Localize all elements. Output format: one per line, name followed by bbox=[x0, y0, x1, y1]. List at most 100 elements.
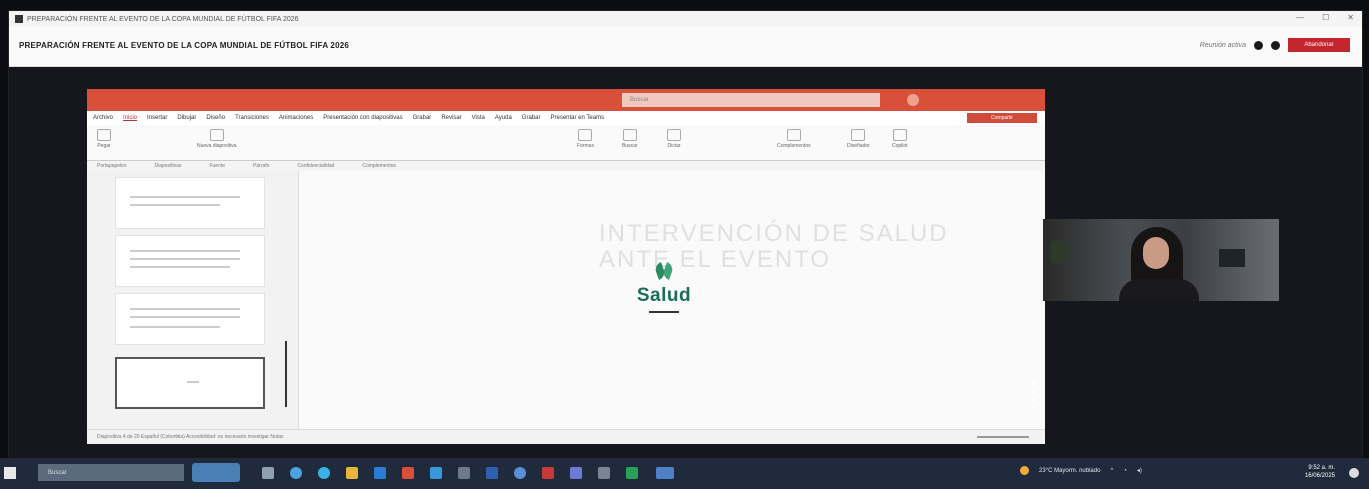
shapes-label: Formas bbox=[577, 143, 594, 149]
widget-icon[interactable] bbox=[192, 463, 240, 482]
powerpoint-search-input[interactable]: Buscar bbox=[622, 93, 880, 107]
paste-label: Pegar bbox=[97, 143, 111, 149]
folder-icon[interactable] bbox=[346, 467, 358, 479]
menu-item-animaciones[interactable]: Animaciones bbox=[279, 115, 313, 121]
task-view-icon[interactable] bbox=[262, 467, 274, 479]
shapes-button[interactable]: Formas bbox=[577, 129, 594, 149]
close-icon[interactable]: ✕ bbox=[1347, 13, 1354, 22]
notification-icon[interactable] bbox=[1349, 468, 1359, 478]
volume-icon[interactable]: ◂) bbox=[1137, 467, 1142, 474]
menu-item-revisar[interactable]: Revisar bbox=[441, 115, 461, 121]
slide-thumbnail[interactable] bbox=[115, 235, 265, 287]
designer-label: Diseñador bbox=[847, 143, 870, 149]
share-button[interactable]: Compartir bbox=[967, 113, 1037, 123]
menu-item-inicio[interactable]: Inicio bbox=[123, 115, 137, 121]
meeting-controls: Reunión activa Abandonar bbox=[1200, 38, 1350, 52]
chevron-up-icon[interactable]: ^ bbox=[1110, 468, 1113, 474]
person-face bbox=[1143, 237, 1169, 269]
meeting-stage: Buscar Archivo Inicio Insertar Dibujar D… bbox=[9, 67, 1362, 459]
participant-video[interactable] bbox=[1043, 219, 1279, 301]
menu-item-grabar-2[interactable]: Grabar bbox=[522, 115, 541, 121]
find-label: Buscar bbox=[622, 143, 638, 149]
slide-thumbnail[interactable] bbox=[115, 293, 265, 345]
microphone-icon[interactable] bbox=[1271, 40, 1280, 50]
menu-item-transiciones[interactable]: Transiciones bbox=[235, 115, 269, 121]
addins-icon bbox=[786, 129, 801, 141]
designer-button[interactable]: Diseñador bbox=[847, 129, 870, 149]
group-clipboard: Portapapeles bbox=[97, 163, 127, 169]
powerpoint-statusbar: Diapositiva 4 de 20 Español (Colombia) A… bbox=[87, 429, 1045, 444]
menu-item-teams[interactable]: Presentar en Teams bbox=[550, 115, 604, 121]
menu-item-dibujar[interactable]: Dibujar bbox=[177, 115, 196, 121]
more-options-icon[interactable] bbox=[1031, 381, 1036, 415]
leave-button[interactable]: Abandonar bbox=[1288, 38, 1350, 52]
store-icon[interactable] bbox=[374, 467, 386, 479]
menu-item-diseno[interactable]: Diseño bbox=[206, 115, 225, 121]
paste-button[interactable]: Pegar bbox=[97, 129, 111, 149]
camera-icon[interactable] bbox=[1254, 40, 1263, 50]
menu-item-archivo[interactable]: Archivo bbox=[93, 115, 113, 121]
teams-icon[interactable] bbox=[570, 467, 582, 479]
network-icon[interactable]: ◔ bbox=[1123, 468, 1127, 474]
new-slide-label: Nueva diapositiva bbox=[197, 143, 237, 149]
dictate-button[interactable]: Dictar bbox=[667, 129, 681, 149]
dictate-label: Dictar bbox=[667, 143, 681, 149]
person-body bbox=[1119, 279, 1199, 301]
clock-time: 9:52 a. m. bbox=[1308, 465, 1335, 471]
taskbar-clock[interactable]: 9:52 a. m. 16/06/2025 bbox=[1305, 464, 1335, 480]
word-icon[interactable] bbox=[486, 467, 498, 479]
menu-item-insertar[interactable]: Insertar bbox=[147, 115, 167, 121]
leaf-icon bbox=[653, 261, 675, 283]
taskbar-search-input[interactable]: Buscar bbox=[38, 464, 184, 481]
complements-button[interactable]: Complementos bbox=[777, 129, 811, 149]
menu-item-presentacion[interactable]: Presentación con diapositivas bbox=[323, 115, 402, 121]
menu-item-vista[interactable]: Vista bbox=[472, 115, 485, 121]
minimize-icon[interactable]: — bbox=[1296, 13, 1304, 22]
mail-icon[interactable] bbox=[430, 467, 442, 479]
maximize-icon[interactable]: ☐ bbox=[1322, 13, 1329, 22]
slide-thumbnail[interactable] bbox=[115, 177, 265, 229]
powerpoint-ribbon: Pegar Nueva diapositiva Formas Buscar Di… bbox=[87, 125, 1045, 161]
meeting-header: PREPARACIÓN FRENTE AL EVENTO DE LA COPA … bbox=[9, 27, 1362, 67]
excel-icon[interactable] bbox=[626, 467, 638, 479]
zoom-slider[interactable] bbox=[977, 436, 1029, 438]
salud-logo: Salud bbox=[619, 261, 709, 313]
menu-item-grabar[interactable]: Grabar bbox=[413, 115, 432, 121]
copilot-button[interactable]: Copilot bbox=[892, 129, 908, 149]
system-tray: 23°C Mayorm. nublado ^ ◔ ◂) bbox=[1020, 466, 1142, 475]
meeting-window: PREPARACIÓN FRENTE AL EVENTO DE LA COPA … bbox=[8, 10, 1363, 459]
group-addins: Complementos bbox=[362, 163, 397, 169]
weather-text[interactable]: 23°C Mayorm. nublado bbox=[1039, 468, 1100, 474]
meeting-status: Reunión activa bbox=[1199, 41, 1246, 49]
camera-app-icon[interactable] bbox=[458, 467, 470, 479]
slide-canvas[interactable]: INTERVENCIÓN DE SALUD ANTE EL EVENTO Sal… bbox=[299, 171, 1045, 429]
thumbnail-scrollbar[interactable] bbox=[285, 341, 287, 407]
salud-logo-text: Salud bbox=[636, 285, 692, 306]
acrobat-icon[interactable] bbox=[542, 467, 554, 479]
clock-date: 16/06/2025 bbox=[1304, 473, 1335, 479]
copilot-label: Copilot bbox=[892, 143, 908, 149]
window-title: PREPARACIÓN FRENTE AL EVENTO DE LA COPA … bbox=[27, 15, 299, 23]
chrome-icon[interactable] bbox=[514, 467, 526, 479]
powerpoint-menu: Archivo Inicio Insertar Dibujar Diseño T… bbox=[87, 111, 1045, 125]
meeting-title: PREPARACIÓN FRENTE AL EVENTO DE LA COPA … bbox=[19, 41, 350, 50]
meeting-app-icon[interactable] bbox=[656, 467, 674, 479]
find-button[interactable]: Buscar bbox=[622, 129, 638, 149]
menu-item-ayuda[interactable]: Ayuda bbox=[495, 115, 512, 121]
edge-icon[interactable] bbox=[290, 467, 302, 479]
slide-title-line1: INTERVENCIÓN DE SALUD bbox=[599, 220, 949, 247]
complements-label: Complementos bbox=[777, 143, 811, 149]
avatar[interactable] bbox=[907, 94, 919, 106]
powerpoint-icon[interactable] bbox=[402, 467, 414, 479]
monitor-icon bbox=[1219, 249, 1245, 267]
logo-underline bbox=[649, 311, 679, 313]
settings-icon[interactable] bbox=[598, 467, 610, 479]
slide-thumbnails bbox=[87, 171, 299, 429]
new-slide-button[interactable]: Nueva diapositiva bbox=[197, 129, 236, 149]
group-font: Fuente bbox=[209, 163, 226, 169]
browser-icon[interactable] bbox=[318, 467, 330, 479]
powerpoint-titlebar: Buscar bbox=[87, 89, 1045, 111]
shapes-icon bbox=[578, 129, 593, 141]
start-icon[interactable] bbox=[4, 467, 16, 479]
slide-thumbnail-selected[interactable] bbox=[115, 357, 265, 409]
